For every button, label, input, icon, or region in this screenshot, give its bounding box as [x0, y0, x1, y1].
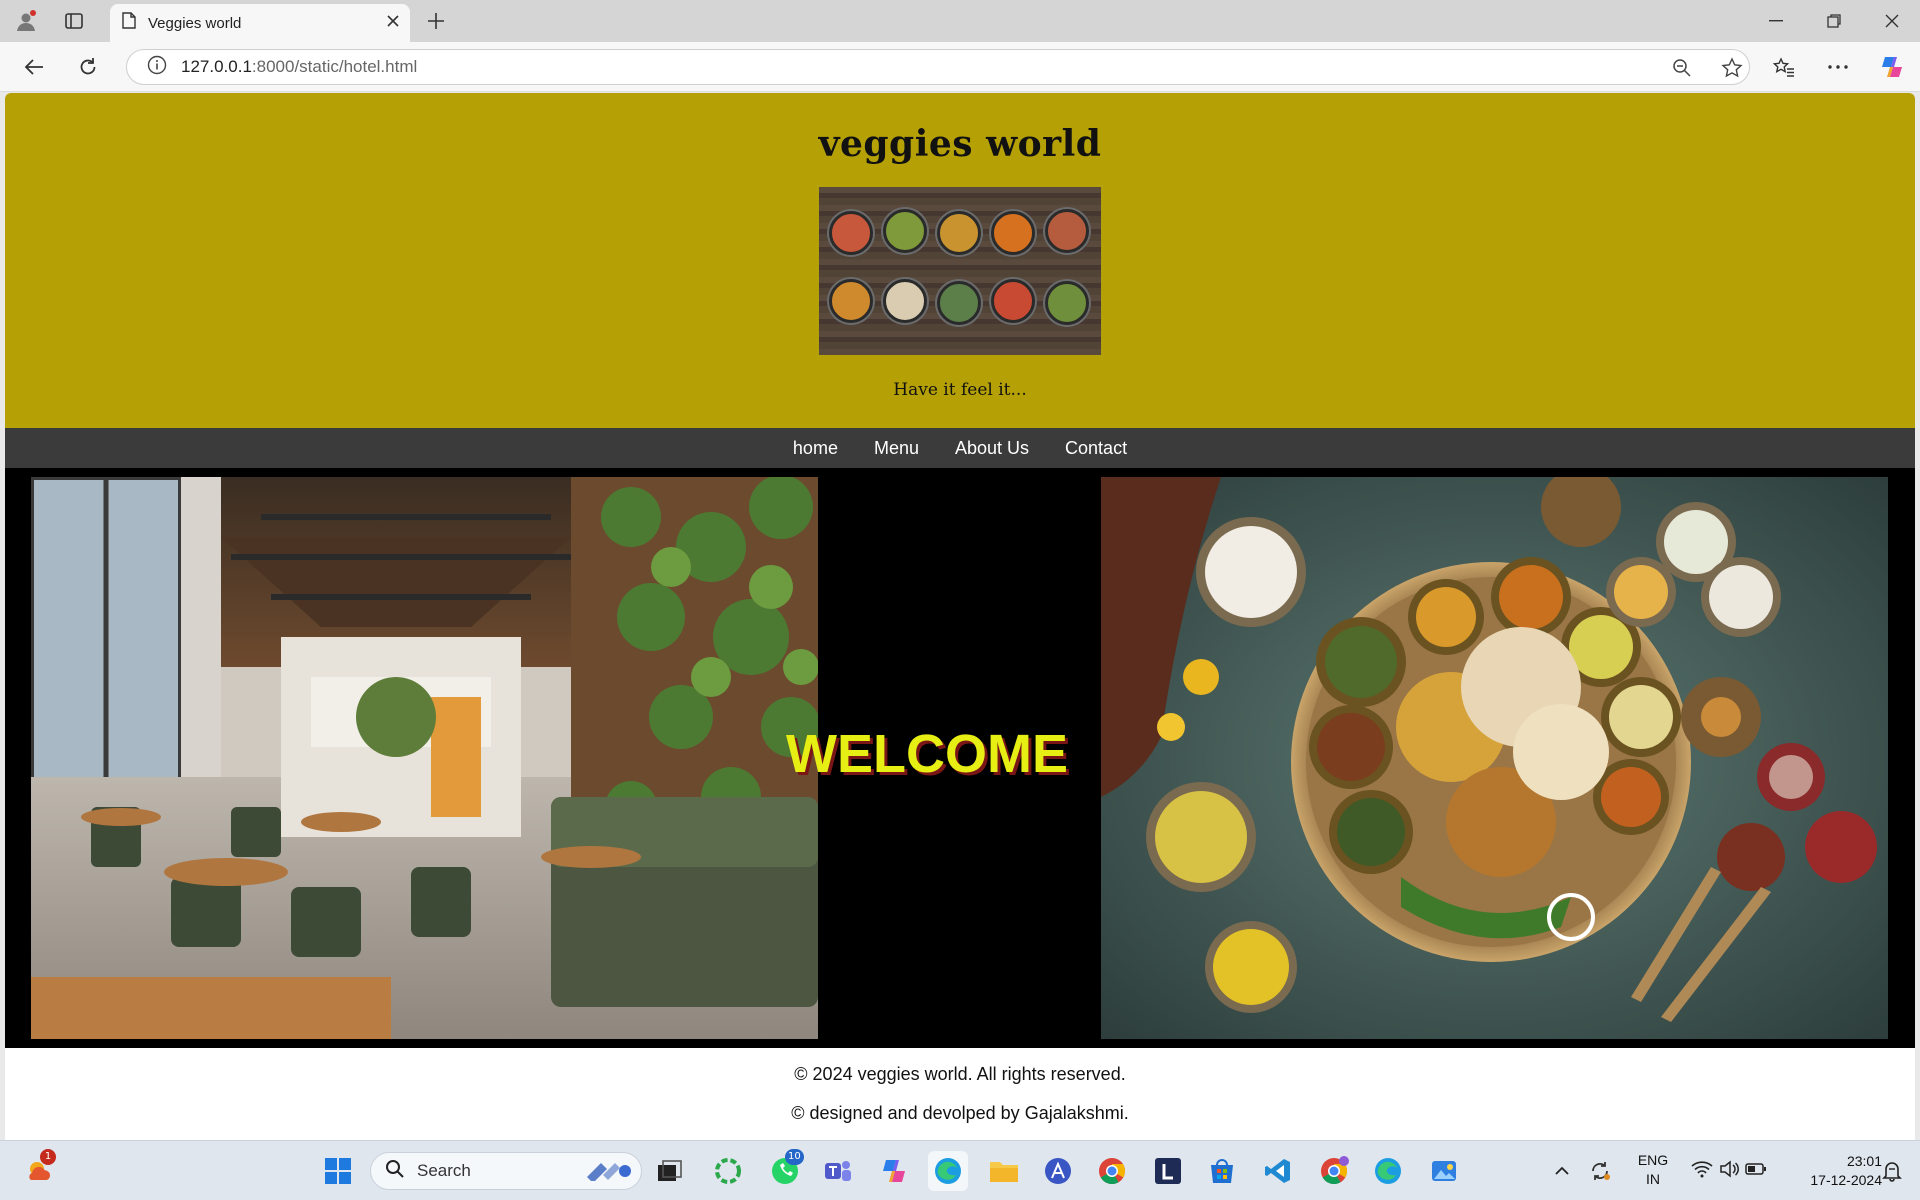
nav-link-home[interactable]: home [793, 438, 838, 459]
welcome-banner: WELCOME [5, 468, 1915, 1048]
photos-icon[interactable] [1424, 1151, 1464, 1191]
url-text: 127.0.0.1:8000/static/hotel.html [181, 57, 417, 77]
url-host: 127.0.0.1 [181, 57, 252, 76]
vscode-icon[interactable] [1258, 1151, 1298, 1191]
start-icon[interactable] [318, 1151, 358, 1191]
footer-credit: © designed and devolped by Gajalakshmi. [791, 1103, 1129, 1123]
file-explorer-icon[interactable] [984, 1151, 1024, 1191]
chrome-icon[interactable] [1092, 1151, 1132, 1191]
site-footer: © 2024 veggies world. All rights reserve… [5, 1048, 1915, 1124]
food-bowls-image [819, 187, 1101, 355]
favorites-icon[interactable] [1766, 50, 1802, 84]
restore-icon[interactable] [1806, 0, 1862, 42]
copilot-icon[interactable] [1874, 50, 1910, 84]
address-bar[interactable]: 127.0.0.1:8000/static/hotel.html [126, 49, 1750, 85]
clock[interactable]: 23:01 17-12-2024 [1782, 1152, 1882, 1190]
show-hidden-icons[interactable] [1542, 1151, 1582, 1191]
taskbar-search[interactable]: Search [370, 1152, 642, 1190]
l-app-icon[interactable] [1148, 1151, 1188, 1191]
nav-link-about-us[interactable]: About Us [955, 438, 1029, 459]
volume-icon [1719, 1159, 1739, 1183]
spinner-app-icon[interactable] [708, 1151, 748, 1191]
copilot-taskbar-icon[interactable] [874, 1151, 914, 1191]
clock-time: 23:01 [1846, 1153, 1882, 1169]
weather-badge: 1 [40, 1149, 56, 1165]
chrome-profile-icon[interactable] [1314, 1151, 1354, 1191]
browser-tab-bar: Veggies world [0, 0, 1920, 42]
url-path: :8000/static/hotel.html [251, 57, 418, 76]
tab-veggies-world[interactable]: Veggies world [110, 4, 410, 42]
welcome-heading: WELCOME [786, 724, 1068, 784]
back-icon[interactable] [16, 50, 52, 84]
favorite-star-icon[interactable] [1717, 56, 1747, 80]
battery-icon [1745, 1162, 1767, 1181]
edge-secondary-icon[interactable] [1368, 1151, 1408, 1191]
teams-icon[interactable] [818, 1151, 858, 1191]
tab-title: Veggies world [148, 14, 242, 32]
region-code: IN [1646, 1171, 1660, 1187]
whatsapp-icon[interactable]: 10 [765, 1149, 805, 1191]
reload-icon[interactable] [70, 50, 106, 84]
windows-taskbar: 1 Search 10 ENG IN 23:01 17-12-2024 [0, 1140, 1920, 1200]
store-icon[interactable] [1202, 1151, 1242, 1191]
zoom-out-icon[interactable] [1667, 56, 1697, 80]
page-icon [122, 12, 136, 34]
search-highlight-icon [583, 1157, 633, 1186]
edge-taskbar-icon[interactable] [928, 1151, 968, 1191]
nav-link-contact[interactable]: Contact [1065, 438, 1127, 459]
browser-toolbar: 127.0.0.1:8000/static/hotel.html [0, 42, 1920, 92]
minimize-icon[interactable] [1748, 0, 1804, 42]
site-header: veggies world Have it feel it... [5, 93, 1915, 428]
site-title: veggies world [818, 123, 1102, 165]
thali-meal-image [1101, 477, 1888, 1039]
new-tab-icon[interactable] [420, 6, 452, 36]
language-code: ENG [1637, 1152, 1669, 1168]
whatsapp-badge: 10 [785, 1149, 804, 1165]
nav-link-menu[interactable]: Menu [874, 438, 919, 459]
tab-actions-icon[interactable] [58, 6, 90, 36]
system-status-icons[interactable] [1684, 1151, 1774, 1191]
site-info-icon[interactable] [147, 55, 167, 80]
search-icon [385, 1159, 405, 1184]
notification-bell-icon[interactable] [1874, 1151, 1910, 1191]
footer-copyright: © 2024 veggies world. All rights reserve… [794, 1064, 1126, 1084]
restaurant-interior-image [31, 477, 818, 1039]
sync-icon[interactable] [1582, 1151, 1618, 1191]
search-placeholder: Search [417, 1161, 471, 1180]
wifi-icon [1691, 1160, 1713, 1183]
profile-icon[interactable] [10, 6, 42, 36]
close-tab-icon[interactable] [386, 14, 400, 33]
weather-widget-icon[interactable]: 1 [20, 1149, 60, 1191]
more-options-icon[interactable] [1820, 50, 1856, 84]
site-tagline: Have it feel it... [893, 380, 1027, 400]
close-window-icon[interactable] [1864, 0, 1920, 42]
clock-date: 17-12-2024 [1810, 1172, 1882, 1188]
language-indicator[interactable]: ENG IN [1628, 1151, 1678, 1189]
task-view-icon[interactable] [650, 1151, 690, 1191]
web-page: veggies world Have it feel it... home Me… [5, 93, 1915, 1140]
arc-app-icon[interactable] [1038, 1151, 1078, 1191]
main-nav: home Menu About Us Contact [5, 428, 1915, 468]
